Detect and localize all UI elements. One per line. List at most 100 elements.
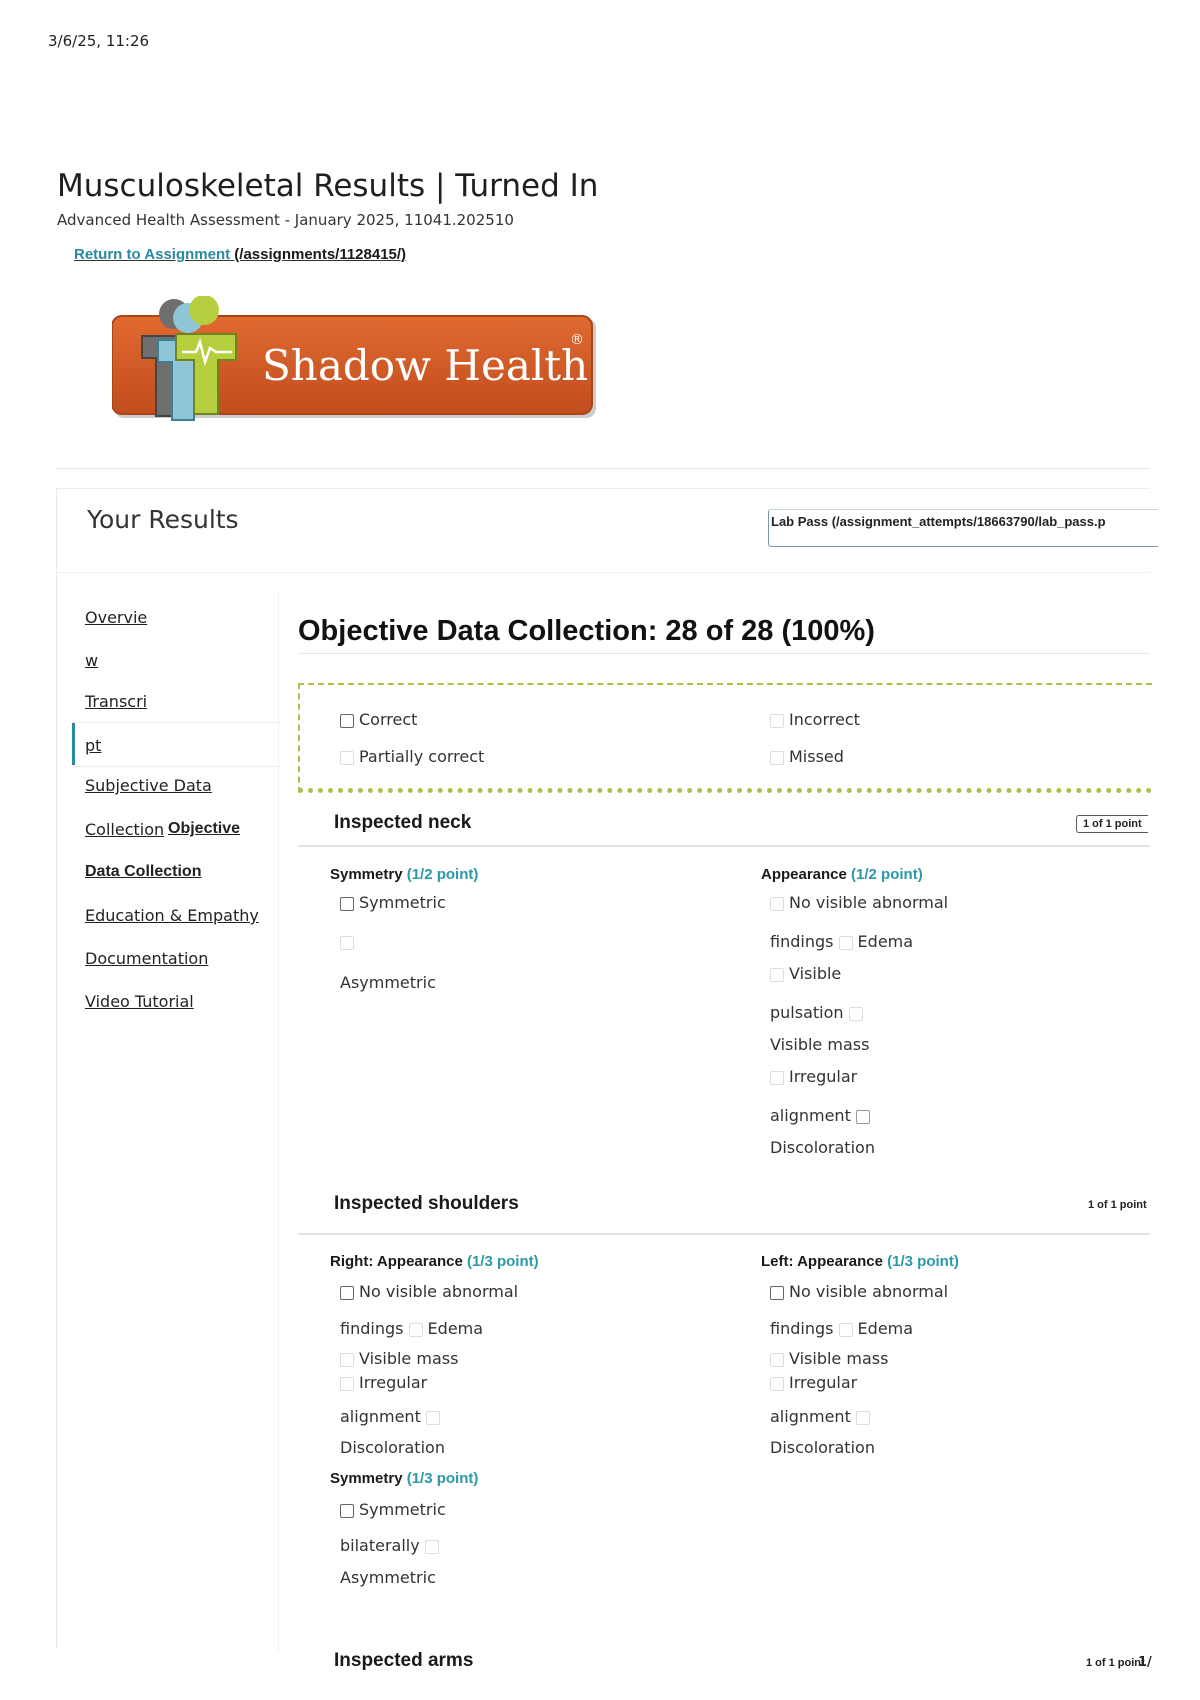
option: Symmetric <box>340 1500 446 1519</box>
sidebar-item-objective[interactable]: Objective <box>168 820 240 838</box>
sub-label: Left: Appearance <box>761 1253 883 1270</box>
sub-label: Appearance <box>761 866 847 883</box>
return-to-assignment-link[interactable]: Return to Assignment (/assignments/11284… <box>74 246 406 263</box>
registered-mark: ® <box>570 332 584 348</box>
option: Discoloration <box>770 1438 875 1457</box>
panel-border <box>56 488 1150 489</box>
legend-label: Partially correct <box>359 747 485 766</box>
option: Visible mass <box>340 1349 458 1368</box>
legend-missed: Missed <box>770 747 844 766</box>
sidebar-item-objective-data[interactable]: Data Collection <box>85 863 201 881</box>
option-label: Irregular <box>789 1373 858 1392</box>
sidebar-item-education[interactable]: Education & Empathy <box>85 906 259 925</box>
option: bilaterally <box>340 1536 444 1555</box>
sidebar-item-video-tutorial[interactable]: Video Tutorial <box>85 992 194 1011</box>
sub-points: (1/3 point) <box>406 1470 479 1487</box>
checkbox-icon <box>770 750 784 765</box>
panel-border <box>56 488 57 1648</box>
option: Visible mass <box>770 1035 870 1054</box>
option: findings Edema <box>770 932 913 951</box>
checkbox-icon <box>848 1006 863 1021</box>
checkbox-icon <box>838 1322 853 1337</box>
divider <box>72 766 280 767</box>
divider <box>72 722 280 723</box>
your-results-heading: Your Results <box>87 505 239 534</box>
option: Discoloration <box>770 1138 875 1157</box>
divider <box>56 468 1150 469</box>
option-label: Symmetric <box>359 893 446 912</box>
shadow-health-logo: Shadow Health ® <box>111 295 602 436</box>
checkbox-icon <box>340 713 354 728</box>
legend-partial: Partially correct <box>340 747 484 766</box>
option: Irregular <box>340 1373 427 1392</box>
checkbox-icon <box>770 967 784 982</box>
logo-text: Shadow Health <box>262 341 588 390</box>
option: Irregular <box>770 1067 857 1086</box>
checkbox-icon <box>770 1285 784 1300</box>
option-label: Irregular <box>789 1067 858 1086</box>
legend-label: Incorrect <box>789 710 860 729</box>
checkbox-icon <box>770 1070 784 1085</box>
option: Asymmetric <box>340 973 436 992</box>
option: pulsation <box>770 1003 868 1022</box>
sidebar-border <box>278 592 279 1652</box>
option-label: alignment <box>340 1407 421 1426</box>
symmetry-label: Symmetry (1/3 point) <box>330 1470 478 1487</box>
option-label: No visible abnormal <box>359 1282 519 1301</box>
lab-pass-button[interactable]: Lab Pass (/assignment_attempts/18663790/… <box>768 509 1158 547</box>
option-label: Edema <box>857 1319 914 1338</box>
legend-correct: Correct <box>340 710 417 729</box>
option: No visible abnormal <box>770 1282 948 1301</box>
sub-label: Symmetry <box>330 866 403 883</box>
points-badge: 1 of 1 point <box>1088 1199 1147 1211</box>
option: No visible abnormal <box>340 1282 518 1301</box>
checkbox-icon <box>340 1503 354 1518</box>
option-label: findings <box>340 1319 404 1338</box>
checkbox-icon <box>770 713 784 728</box>
sub-label: Right: Appearance <box>330 1253 463 1270</box>
checkbox-icon <box>855 1109 870 1124</box>
option-label: Visible <box>789 964 842 983</box>
checkbox-icon <box>340 1352 354 1367</box>
right-appearance-label: Right: Appearance (1/3 point) <box>330 1253 539 1270</box>
option-label: alignment <box>770 1407 851 1426</box>
checkbox-icon <box>855 1410 870 1425</box>
sidebar-item-subjective[interactable]: Subjective Data <box>85 776 212 795</box>
option-label: Symmetric <box>359 1500 446 1519</box>
return-link-url: (/assignments/1128415/) <box>234 246 407 263</box>
checkbox-icon <box>424 1539 439 1554</box>
group-title-shoulders: Inspected shoulders <box>334 1193 519 1214</box>
symmetry-label: Symmetry (1/2 point) <box>330 866 478 883</box>
option-label: Visible mass <box>359 1349 459 1368</box>
option-label: No visible abnormal <box>789 893 949 912</box>
checkbox-icon <box>340 896 354 911</box>
legend-label: Correct <box>359 710 418 729</box>
return-link-label: Return to Assignment <box>74 246 231 263</box>
divider <box>56 572 1150 573</box>
sub-points: (1/3 point) <box>466 1253 539 1270</box>
sidebar-item-transcript-cont[interactable]: pt <box>85 736 101 755</box>
checkbox-icon <box>340 1285 354 1300</box>
option-label: Edema <box>857 932 914 951</box>
sidebar-item-collection[interactable]: Collection <box>85 820 164 839</box>
option-label: bilaterally <box>340 1536 420 1555</box>
sub-points: (1/3 point) <box>887 1253 959 1270</box>
divider <box>298 845 1150 847</box>
option: Symmetric <box>340 893 446 912</box>
option: No visible abnormal <box>770 893 948 912</box>
sidebar-item-overview[interactable]: Overvie <box>85 608 147 627</box>
print-timestamp: 3/6/25, 11:26 <box>48 32 150 50</box>
option: Asymmetric <box>340 1568 436 1587</box>
sub-label: Symmetry <box>330 1470 403 1487</box>
checkbox-icon <box>340 750 354 765</box>
sidebar-item-documentation[interactable]: Documentation <box>85 949 208 968</box>
option: alignment <box>340 1407 445 1426</box>
option-label: findings <box>770 1319 834 1338</box>
sidebar-item-overview-cont[interactable]: w <box>85 651 98 670</box>
option-label: No visible abnormal <box>789 1282 949 1301</box>
checkbox-icon <box>770 1376 784 1391</box>
option: findings Edema <box>770 1319 913 1338</box>
option-checkbox <box>340 932 359 951</box>
sidebar-item-transcript[interactable]: Transcri <box>85 692 147 711</box>
checkbox-icon <box>408 1322 423 1337</box>
